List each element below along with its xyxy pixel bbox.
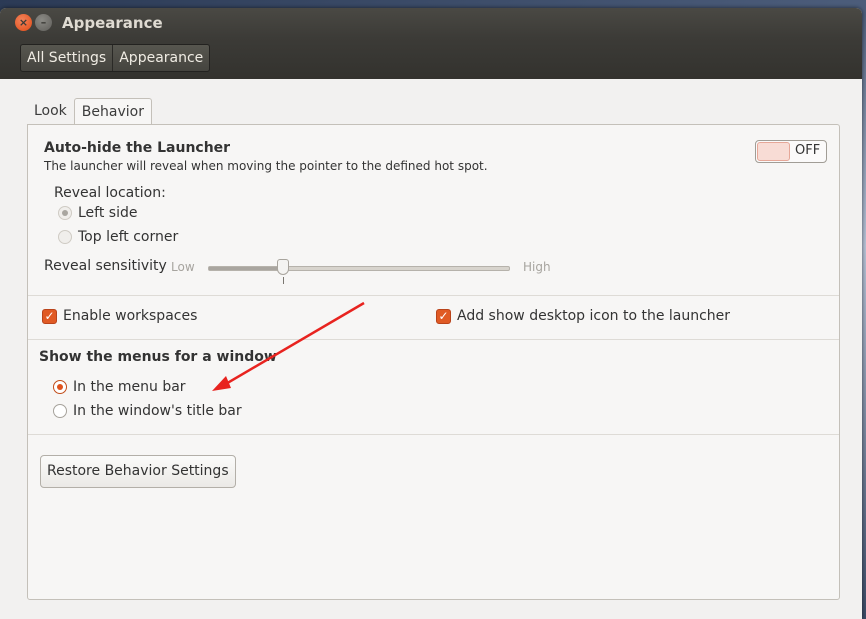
reveal-top-left-label: Top left corner — [78, 229, 179, 245]
radio-icon — [53, 404, 67, 418]
show-desktop-label: Add show desktop icon to the launcher — [457, 308, 731, 324]
show-desktop-checkbox[interactable]: ✓ Add show desktop icon to the launcher — [436, 308, 730, 324]
reveal-location-label: Reveal location: — [54, 185, 166, 201]
sensitivity-slider-track[interactable] — [208, 266, 510, 271]
radio-icon — [58, 206, 72, 220]
reveal-left-side-option[interactable]: Left side — [58, 205, 137, 221]
menu-bar-option[interactable]: In the menu bar — [53, 379, 186, 395]
checkbox-checked-icon: ✓ — [42, 308, 57, 324]
close-window-button[interactable]: × — [15, 14, 32, 31]
radio-selected-icon — [53, 380, 67, 394]
tab-look[interactable]: Look — [27, 98, 74, 124]
title-bar: × – Appearance — [0, 8, 862, 38]
restore-behavior-button[interactable]: Restore Behavior Settings — [40, 455, 236, 488]
window-title: Appearance — [62, 14, 163, 32]
menus-section-title: Show the menus for a window — [39, 349, 277, 365]
close-icon: × — [18, 16, 29, 29]
breadcrumb-appearance[interactable]: Appearance — [112, 45, 209, 71]
sensitivity-low-label: Low — [171, 260, 195, 274]
reveal-left-side-label: Left side — [78, 205, 138, 221]
enable-workspaces-label: Enable workspaces — [63, 308, 198, 324]
toolbar: All Settings Appearance — [0, 38, 862, 79]
toggle-knob — [757, 142, 790, 161]
title-bar-option-label: In the window's title bar — [73, 403, 242, 419]
behavior-panel: Auto-hide the Launcher The launcher will… — [27, 124, 840, 600]
sensitivity-text: Reveal sensitivity — [44, 258, 167, 274]
minimize-icon: – — [40, 16, 47, 29]
breadcrumb: All Settings Appearance — [20, 44, 211, 72]
checkbox-checked-icon: ✓ — [436, 308, 451, 324]
menu-bar-option-label: In the menu bar — [73, 379, 186, 395]
sensitivity-slider-tick — [283, 277, 284, 284]
separator — [28, 339, 839, 340]
tab-behavior[interactable]: Behavior — [73, 98, 152, 126]
appearance-window: × – Appearance All Settings Appearance L… — [0, 8, 862, 619]
minimize-window-button[interactable]: – — [35, 14, 52, 31]
sensitivity-slider-handle[interactable] — [277, 259, 289, 275]
reveal-top-left-option[interactable]: Top left corner — [58, 229, 178, 245]
sensitivity-label: Reveal sensitivity — [44, 258, 167, 274]
sensitivity-high-label: High — [523, 260, 551, 274]
toggle-label: OFF — [795, 143, 821, 158]
separator — [28, 295, 839, 296]
title-bar-option[interactable]: In the window's title bar — [53, 403, 242, 419]
breadcrumb-all-settings[interactable]: All Settings — [21, 45, 112, 71]
autohide-toggle[interactable]: OFF — [755, 140, 827, 163]
launcher-title: Auto-hide the Launcher — [44, 140, 231, 156]
sensitivity-slider-fill — [209, 267, 284, 270]
tab-bar: Look Behavior — [27, 98, 152, 126]
radio-icon — [58, 230, 72, 244]
reveal-location-text: Reveal location: — [54, 185, 166, 201]
separator — [28, 434, 839, 435]
launcher-description: The launcher will reveal when moving the… — [44, 159, 488, 173]
enable-workspaces-checkbox[interactable]: ✓ Enable workspaces — [42, 308, 197, 324]
